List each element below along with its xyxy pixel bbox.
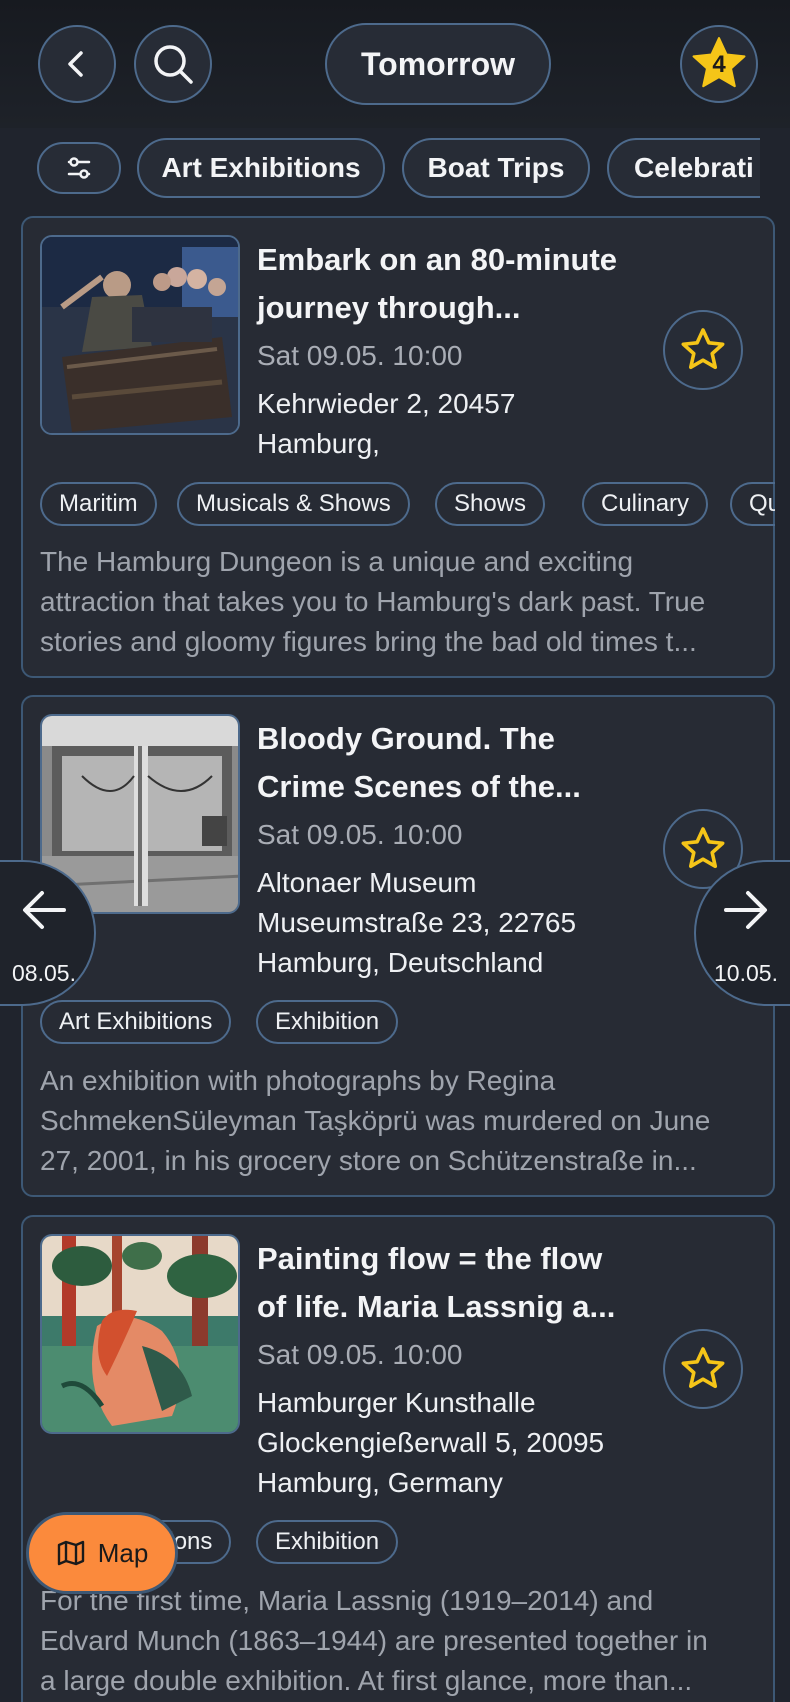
star-outline-icon [681,328,725,370]
description-line: a large double exhibition. At first glan… [40,1665,693,1696]
event-address: Hamburger Kunsthalle Glockengießerwall 5… [257,1383,657,1503]
event-card[interactable]: Embark on an 80-minute journey through..… [21,216,775,678]
event-address: Altonaer Museum Museumstraße 23, 22765 H… [257,863,657,983]
event-tags: Maritim Musicals & Shows Shows Culinary … [40,482,775,528]
favorite-toggle-button[interactable] [663,1329,743,1409]
filter-chip-label: Celebrati [634,152,754,183]
tag-chip[interactable]: Musicals & Shows [177,482,410,526]
event-description: For the first time, Maria Lassnig (1919–… [40,1581,775,1701]
back-button[interactable] [38,25,116,103]
search-button[interactable] [134,25,212,103]
event-card[interactable]: Painting flow = the flow of life. Maria … [21,1215,775,1702]
arrow-left-icon [23,891,66,929]
event-datetime: Sat 09.05. 10:00 [257,819,463,850]
address-line: Glockengießerwall 5, 20095 [257,1427,605,1458]
event-address: Kehrwieder 2, 20457 Hamburg, [257,384,657,464]
event-description: An exhibition with photographs by Regina… [40,1061,775,1181]
star-outline-icon [681,827,725,869]
filter-settings-button[interactable] [37,142,121,194]
filter-chip-art-exhibitions[interactable]: Art Exhibitions [137,138,385,198]
filter-chip-label: Boat Trips [427,152,565,183]
address-line: Kehrwieder 2, 20457 [257,388,516,419]
address-line: Altonaer Museum [257,867,477,898]
event-tags: Art Exhibitions Exhibition [40,1000,775,1046]
description-line: The Hamburg Dungeon is a unique and exci… [40,546,634,577]
event-title[interactable]: Bloody Ground. The Crime Scenes of the..… [257,715,657,811]
address-line: Hamburg, Germany [257,1467,503,1498]
description-line: attraction that takes you to Hamburg's d… [40,586,706,617]
tag-chip[interactable]: Exhibition [256,1520,399,1564]
date-label: Tomorrow [360,45,516,82]
event-card[interactable]: Bloody Ground. The Crime Scenes of the..… [21,695,775,1197]
address-line: Hamburger Kunsthalle [257,1387,536,1418]
tag-chip[interactable]: Exhibition [256,1000,399,1044]
event-datetime: Sat 09.05. 10:00 [257,340,463,371]
tag-chip[interactable]: Maritim [40,482,157,526]
filter-chip-label: Art Exhibitions [161,152,361,183]
star-outline-icon [681,1347,725,1389]
event-image [40,235,240,435]
sliders-icon [67,157,91,179]
favorites-button[interactable]: 4 [680,25,758,103]
event-description: The Hamburg Dungeon is a unique and exci… [40,542,775,662]
event-datetime: Sat 09.05. 10:00 [257,1339,463,1370]
event-title[interactable]: Painting flow = the flow of life. Maria … [257,1235,657,1331]
map-button-label: Map [97,1537,149,1568]
event-title[interactable]: Embark on an 80-minute journey through..… [257,236,657,332]
tag-chip[interactable]: Art Exhibitions [40,1000,232,1044]
tag-chip[interactable]: Culinary [582,482,709,526]
filter-chip-boat-trips[interactable]: Boat Trips [402,138,590,198]
filter-chip-celebrations[interactable]: Celebrati [607,138,760,198]
previous-day-label: 08.05. [12,960,76,986]
filter-bar: Art Exhibitions Boat Trips Celebrati [0,138,760,200]
date-selector[interactable]: Tomorrow [325,23,551,105]
event-title-line: Bloody Ground. The [257,721,555,756]
description-line: An exhibition with photographs by Regina [40,1065,556,1096]
description-line: SchmekenSüleyman Taşköprü was murdered o… [40,1105,711,1136]
description-line: stories and gloomy figures bring the bad… [40,626,697,657]
event-title-line: of life. Maria Lassnig a... [257,1289,616,1324]
tag-chip[interactable]: Shows [435,482,546,526]
event-title-line: Crime Scenes of the... [257,769,581,804]
address-line: Hamburg, [257,428,380,459]
event-image [40,1234,240,1434]
map-icon [57,1540,84,1566]
next-day-label: 10.05. [714,960,778,986]
chevron-left-icon [68,51,83,77]
description-line: 27, 2001, in his grocery store on Schütz… [40,1145,697,1176]
event-title-line: Painting flow = the flow [257,1241,603,1276]
address-line: Hamburg, Deutschland [257,947,544,978]
description-line: Edvard Munch (1863–1944) are presented t… [40,1625,708,1656]
favorite-toggle-button[interactable] [663,310,743,390]
event-title-line: Embark on an 80-minute [257,242,618,277]
tag-chip[interactable]: Qu [730,482,775,526]
favorites-count: 4 [712,51,726,78]
search-icon [154,45,193,84]
map-button[interactable]: Map [26,1512,178,1594]
arrow-right-icon [724,891,767,929]
event-title-line: journey through... [257,290,521,325]
address-line: Museumstraße 23, 22765 [257,907,577,938]
top-bar: Tomorrow 4 [0,0,790,128]
app-frame: Tomorrow 4 Art Exhibitions Boat Trips Ce… [0,0,790,1702]
